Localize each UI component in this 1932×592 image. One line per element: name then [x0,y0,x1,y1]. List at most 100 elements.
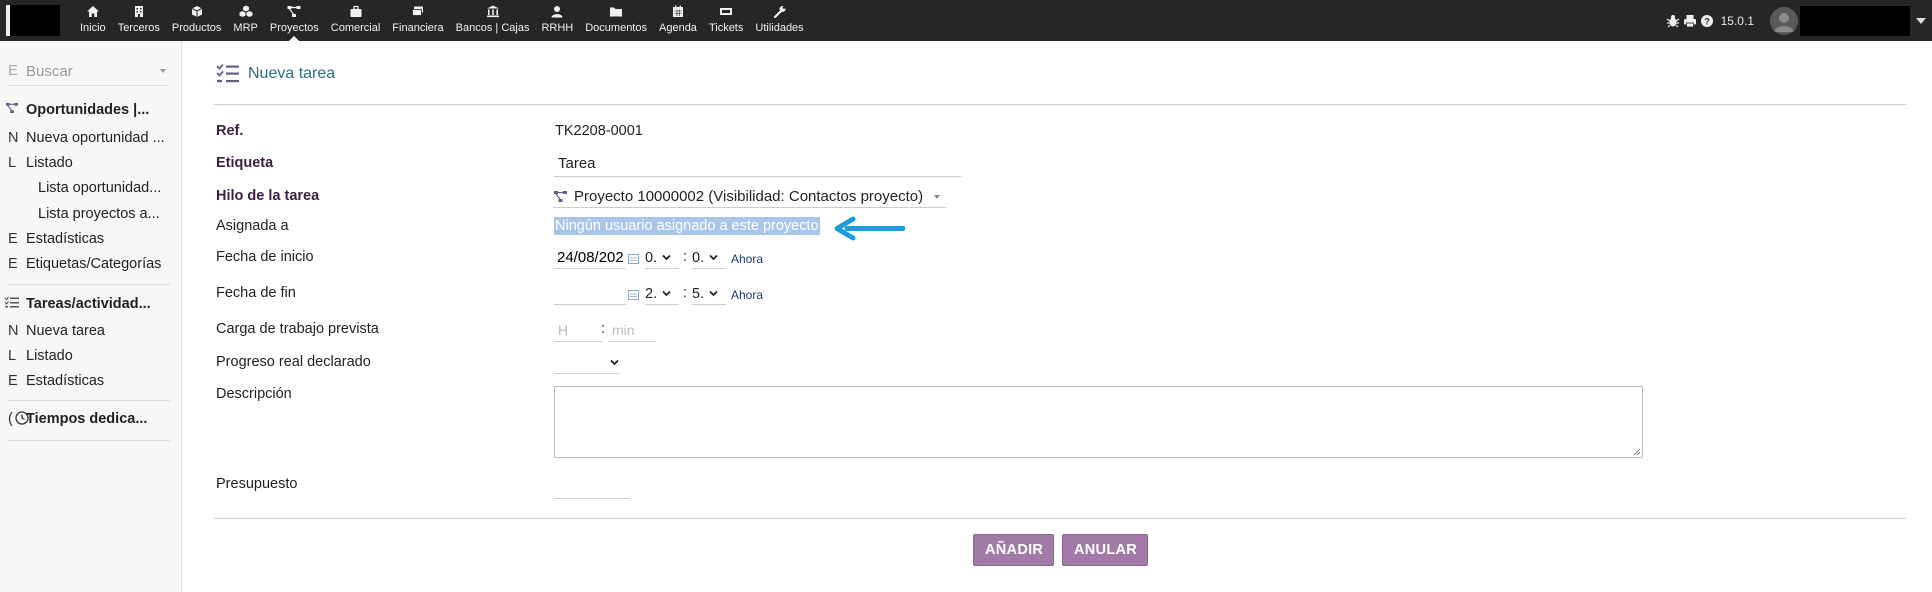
inicio-ahora-link[interactable]: Ahora [731,252,763,266]
divider [8,440,170,441]
menu-mrp[interactable]: MRP [227,0,263,41]
fin-hour-select[interactable]: 2. [645,283,679,305]
divider [8,85,168,86]
menu-agenda[interactable]: Agenda [653,0,703,41]
sidebar-head-tareas[interactable]: Tareas/actividad... [4,296,176,312]
etiqueta-input[interactable] [554,151,961,177]
chevron-down-icon [610,359,619,366]
sidebar-item-lista-proyectos[interactable]: Lista proyectos a... [38,206,168,222]
sidebar-item-label: Etiquetas/Categorías [26,256,162,272]
inicio-hour-select[interactable]: 0. [645,247,679,269]
carga-hours-input[interactable] [554,318,602,342]
svg-text:?: ? [1704,16,1710,26]
menu-rrhh[interactable]: RRHH [535,0,579,41]
asignada-label: Asignada a [216,218,289,234]
fecha-inicio-input[interactable] [554,247,626,269]
sidebar-item-listado[interactable]: L Listado [8,155,176,171]
user-avatar[interactable] [1770,6,1798,35]
menu-bancos-cajas[interactable]: Bancos | Cajas [450,0,536,41]
sidebar-lead: E [8,373,18,389]
menu-label: Agenda [659,22,697,34]
fecha-fin-input[interactable] [554,283,626,305]
project-diagram-icon [287,6,301,17]
presupuesto-input[interactable] [554,475,630,499]
sidebar-lead: E [8,256,18,272]
menu-label: Financiera [392,22,444,34]
fin-ahora-link[interactable]: Ahora [731,288,763,302]
sidebar-item-nueva-oportunidad[interactable]: N Nueva oportunidad ... [8,130,176,146]
menu-financiera[interactable]: Financiera [386,0,449,41]
time-separator: : [683,285,688,301]
sidebar-item-etiquetas[interactable]: E Etiquetas/Categorías [8,256,176,272]
menu-label: Comercial [330,22,381,34]
bug-icon[interactable] [1666,14,1680,28]
user-name-block[interactable] [1800,5,1910,36]
sidebar-item-label: Estadísticas [26,231,105,247]
menu-label: MRP [233,22,258,34]
sidebar-item-label: Listado [26,155,73,171]
user-dropdown-icon[interactable] [1916,17,1926,24]
chevron-down-icon [709,290,718,297]
menu-utilidades[interactable]: Utilidades [749,0,809,41]
descripcion-label: Descripción [216,386,292,402]
chevron-down-icon[interactable] [160,69,166,73]
carga-label: Carga de trabajo prevista [216,321,379,337]
sidebar-search-input[interactable] [26,61,168,81]
sidebar-item-label: Lista oportunidad... [38,180,162,196]
descripcion-textarea[interactable] [554,386,1643,458]
sidebar-item-nueva-tarea[interactable]: N Nueva tarea [8,323,176,339]
sidebar-item-estadisticas-tareas[interactable]: E Estadísticas [8,373,176,389]
inicio-min-value: 0. [692,249,705,266]
menu-terceros[interactable]: Terceros [112,0,166,41]
fin-min-value: 5. [692,285,705,302]
tasks-icon [216,63,239,83]
search-prefix: E [8,62,19,79]
printer-icon[interactable] [1683,14,1697,28]
calendar-icon[interactable] [628,290,639,300]
bank-icon [486,5,499,18]
arrow-annotation-icon [834,216,905,241]
folder-icon [610,7,623,17]
etiqueta-label: Etiqueta [216,155,274,171]
sidebar-item-label: Listado [26,348,73,364]
chevron-down-icon[interactable] [934,195,940,199]
carga-minutes-input[interactable] [608,318,656,342]
sidebar-lead: L [8,348,17,364]
help-icon[interactable]: ? [1700,14,1714,28]
cubes-icon [239,5,253,17]
menu-documentos[interactable]: Documentos [579,0,653,41]
user-icon [551,6,563,18]
project-diagram-icon [554,191,567,202]
company-logo[interactable] [6,5,60,36]
fin-min-select[interactable]: 5. [692,283,726,305]
menu-tickets[interactable]: Tickets [703,0,749,41]
cancel-button[interactable]: ANULAR [1062,534,1148,566]
sidebar-item-listado-tareas[interactable]: L Listado [8,348,176,364]
menu-productos[interactable]: Productos [166,0,228,41]
inicio-hour-value: 0. [645,249,658,266]
menu-label: Terceros [117,22,160,34]
add-button[interactable]: AÑADIR [973,534,1054,566]
chevron-down-icon [709,254,718,261]
menu-label: Proyectos [269,22,319,34]
progreso-select[interactable] [554,352,619,374]
sidebar-item-estadisticas[interactable]: E Estadísticas [8,231,176,247]
menu-comercial[interactable]: Comercial [325,0,387,41]
sidebar-head-oportunidades[interactable]: Oportunidades |... [6,102,176,118]
sidebar-lead: N [8,323,19,339]
menu-proyectos[interactable]: Proyectos [264,0,325,41]
menu-inicio[interactable]: Inicio [74,0,112,41]
sidebar-head-tiempos[interactable]: (Tiempos dedica... [8,411,176,427]
inicio-min-select[interactable]: 0. [692,247,726,269]
chevron-down-icon [662,290,671,297]
sidebar-lead: L [8,155,17,171]
sidebar-item-lista-oportunidades[interactable]: Lista oportunidad... [38,180,168,196]
calendar-icon [672,5,683,17]
calendar-icon[interactable] [628,254,639,264]
menu-label: Inicio [80,22,106,34]
resize-grip-icon[interactable] [1632,447,1641,456]
building-icon [134,6,143,17]
hilo-select[interactable]: Proyecto 10000002 (Visibilidad: Contacto… [553,186,946,208]
divider [214,518,1906,519]
divider [8,400,170,401]
